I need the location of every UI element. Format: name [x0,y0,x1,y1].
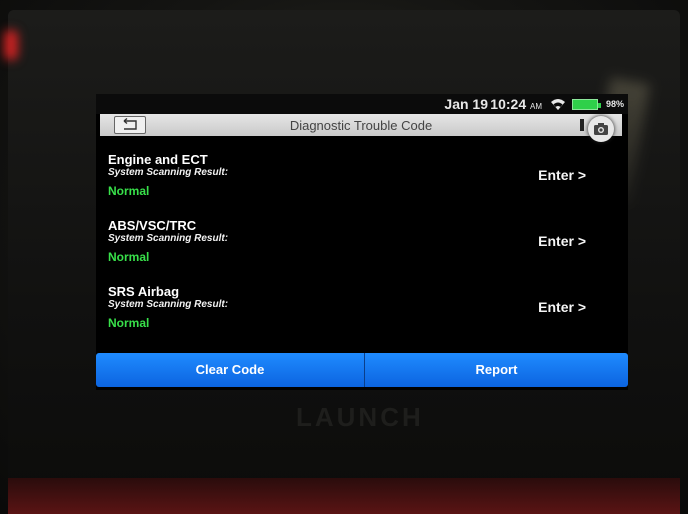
title-bar: Diagnostic Trouble Code [100,114,622,136]
system-scan-label: System Scanning Result: [108,299,229,310]
system-scan-label: System Scanning Result: [108,233,229,244]
enter-button[interactable]: Enter > [538,299,586,315]
screenshot-button[interactable] [588,116,614,142]
system-row-abs[interactable]: ABS/VSC/TRC System Scanning Result: Norm… [96,218,628,278]
status-bar: Jan 19 10:24 AM 98% [96,94,628,114]
action-bar: Clear Code Report [96,353,628,387]
enter-button[interactable]: Enter > [538,167,586,183]
system-row-srs[interactable]: SRS Airbag System Scanning Result: Norma… [96,284,628,344]
device-screen: Jan 19 10:24 AM 98% Diagnostic Trouble C… [96,94,628,390]
status-clock: 10:24 [490,96,527,112]
enter-button[interactable]: Enter > [538,233,586,249]
status-ampm: AM [530,102,542,111]
system-name: Engine and ECT [108,152,208,167]
flag-icon[interactable] [578,117,588,133]
indicator-light [4,30,18,60]
report-button[interactable]: Report [365,353,628,387]
system-status: Normal [108,250,150,264]
status-date: Jan 19 [444,96,488,112]
system-status: Normal [108,316,150,330]
page-title: Diagnostic Trouble Code [289,118,433,133]
system-row-engine[interactable]: Engine and ECT System Scanning Result: N… [96,152,628,212]
system-scan-label: System Scanning Result: [108,167,229,178]
battery-percent: 98% [605,99,624,109]
system-name: SRS Airbag [108,284,180,299]
status-time: 10:24 AM [490,96,542,112]
clear-code-button[interactable]: Clear Code [96,353,364,387]
device-brand-logo: LAUNCH [296,402,424,432]
device-frame-bottom [8,478,680,514]
system-name: ABS/VSC/TRC [108,218,197,233]
wifi-icon [551,99,565,110]
camera-icon [594,123,608,135]
battery-icon [572,99,601,110]
system-status: Normal [108,184,150,198]
